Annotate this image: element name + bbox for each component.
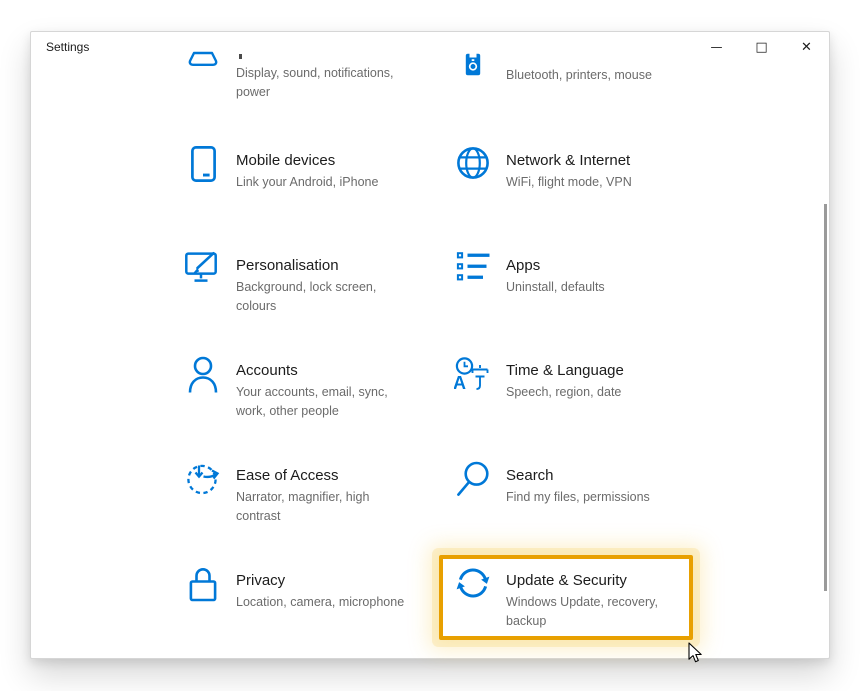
- tile-accounts[interactable]: Accounts Your accounts, email, sync, wor…: [183, 361, 388, 420]
- tile-title: Network & Internet: [506, 151, 632, 171]
- laptop-icon: [183, 51, 223, 68]
- tile-title: Accounts: [236, 361, 388, 381]
- close-button[interactable]: ✕: [784, 32, 829, 62]
- tile-network-internet[interactable]: Network & Internet WiFi, flight mode, VP…: [453, 151, 632, 192]
- magnifier-icon: [453, 461, 493, 497]
- tile-title: Mobile devices: [236, 151, 378, 171]
- tile-subtitle: Bluetooth, printers, mouse: [506, 66, 652, 85]
- window-controls: — □ ✕: [694, 32, 829, 62]
- tile-subtitle: Find my files, permissions: [506, 488, 650, 507]
- tile-update-security[interactable]: Update & Security Windows Update, recove…: [453, 571, 658, 630]
- tile-title: Search: [506, 466, 650, 486]
- tile-subtitle: Your accounts, email, sync, work, other …: [236, 383, 388, 420]
- tile-subtitle: Windows Update, recovery, backup: [506, 593, 658, 630]
- sync-icon: [453, 566, 493, 600]
- tile-title: Update & Security: [506, 571, 658, 591]
- tile-subtitle: Link your Android, iPhone: [236, 173, 378, 192]
- cursor-icon: [688, 642, 703, 668]
- tile-title: Personalisation: [236, 256, 376, 276]
- minimize-button[interactable]: —: [694, 32, 739, 62]
- tile-ease-of-access[interactable]: Ease of Access Narrator, magnifier, high…: [183, 466, 369, 525]
- clock-language-icon: A: [453, 356, 493, 394]
- printer-icon: [453, 53, 493, 76]
- tile-subtitle: WiFi, flight mode, VPN: [506, 173, 632, 192]
- tile-system[interactable]: Display, sound, notifications, power: [183, 51, 394, 101]
- person-icon: [183, 356, 223, 393]
- tile-title: Apps: [506, 256, 605, 276]
- display-brush-icon: [183, 251, 223, 284]
- tile-subtitle: Speech, region, date: [506, 383, 624, 402]
- tile-apps[interactable]: Apps Uninstall, defaults: [453, 256, 605, 297]
- phone-icon: [183, 146, 223, 182]
- tile-time-language[interactable]: A Time & Language Speech, region, date: [453, 361, 624, 402]
- tile-search[interactable]: Search Find my files, permissions: [453, 466, 650, 507]
- tile-title: Time & Language: [506, 361, 624, 381]
- tile-subtitle: Narrator, magnifier, high contrast: [236, 488, 369, 525]
- titlebar: Settings — □ ✕: [31, 32, 829, 64]
- tile-privacy[interactable]: Privacy Location, camera, microphone: [183, 571, 404, 612]
- tile-subtitle: Location, camera, microphone: [236, 593, 404, 612]
- dashed-circle-arrow-icon: [183, 461, 223, 497]
- svg-text:A: A: [454, 373, 466, 393]
- scrollbar-thumb[interactable]: [824, 204, 827, 591]
- tile-subtitle: Uninstall, defaults: [506, 278, 605, 297]
- tile-devices[interactable]: Bluetooth, printers, mouse: [453, 53, 652, 85]
- tile-subtitle: Background, lock screen, colours: [236, 278, 376, 315]
- maximize-button[interactable]: □: [739, 32, 784, 62]
- settings-window: Settings — □ ✕ Display, sound, notificat…: [30, 31, 830, 659]
- tile-subtitle: Display, sound, notifications, power: [236, 64, 394, 101]
- globe-icon: [453, 146, 493, 180]
- tile-personalisation[interactable]: Personalisation Background, lock screen,…: [183, 256, 376, 315]
- tile-title: Ease of Access: [236, 466, 369, 486]
- tile-mobile-devices[interactable]: Mobile devices Link your Android, iPhone: [183, 151, 378, 192]
- list-icon: [453, 251, 493, 283]
- lock-icon: [183, 566, 223, 602]
- tile-title: Privacy: [236, 571, 404, 591]
- window-title: Settings: [46, 40, 89, 54]
